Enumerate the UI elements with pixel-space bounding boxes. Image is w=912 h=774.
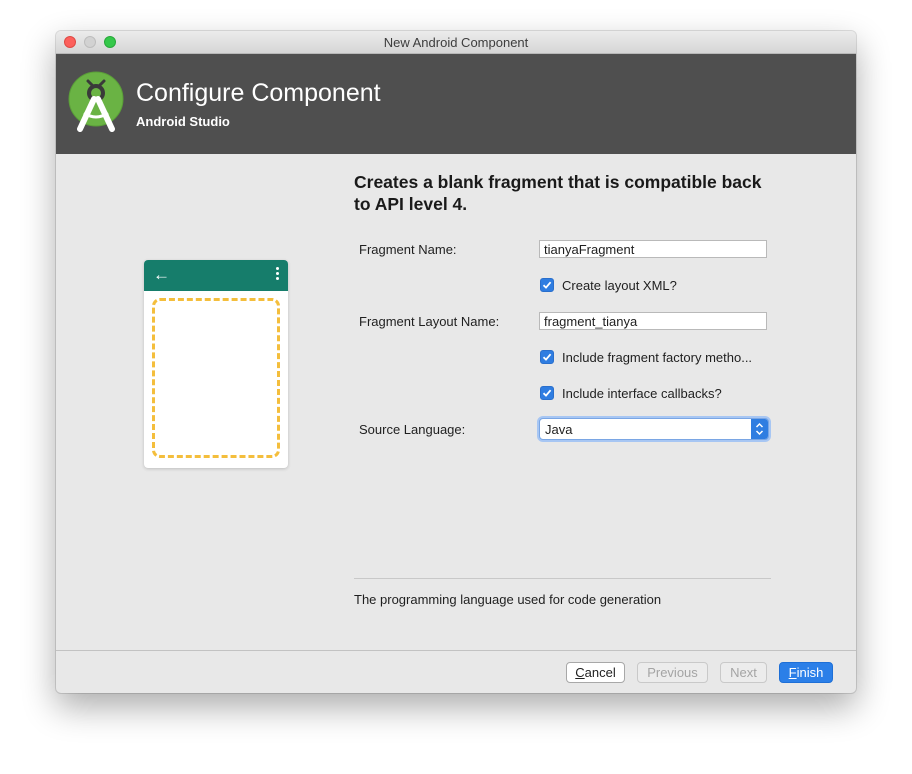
interface-callbacks-row[interactable]: Include interface callbacks? [540,385,722,401]
checkmark-icon [542,389,552,397]
footer-divider [56,650,856,651]
next-button[interactable]: Next [720,662,767,683]
preview-toolbar: ← [144,260,288,291]
interface-callbacks-label: Include interface callbacks? [562,385,722,401]
wizard-header: Configure Component Android Studio [56,54,856,154]
fragment-name-label: Fragment Name: [359,242,457,257]
factory-methods-checkbox[interactable] [540,350,554,364]
layout-name-label: Fragment Layout Name: [359,314,500,329]
fragment-placeholder [152,298,280,458]
fragment-preview: ← [144,260,288,468]
finish-mnemonic: F [788,665,797,680]
previous-button[interactable]: Previous [637,662,708,683]
header-subtitle: Android Studio [136,114,230,129]
checkmark-icon [542,353,552,361]
back-arrow-icon: ← [153,265,170,284]
dialog-window: New Android Component Configure Componen… [56,31,856,693]
window-title: New Android Component [383,35,529,50]
cancel-mnemonic: C [575,665,585,680]
create-layout-row[interactable]: Create layout XML? [540,277,677,293]
layout-name-input[interactable] [539,312,767,330]
fragment-name-input[interactable] [539,240,767,258]
template-description: Creates a blank fragment that is compati… [354,172,762,214]
create-layout-checkbox[interactable] [540,278,554,292]
help-divider [354,578,771,579]
chevron-up-down-icon [755,422,764,436]
overflow-menu-icon [276,267,280,282]
finish-button[interactable]: Finish [779,662,833,683]
finish-label: inish [796,665,824,680]
source-language-select[interactable]: Java [539,418,769,440]
cancel-button[interactable]: Cancel [566,662,625,683]
create-layout-label: Create layout XML? [562,277,677,293]
title-bar[interactable]: New Android Component [56,31,856,54]
factory-methods-row[interactable]: Include fragment factory metho... [540,349,752,365]
select-stepper-icon[interactable] [751,419,768,439]
android-studio-logo-icon [68,71,124,132]
source-language-label: Source Language: [359,422,466,437]
interface-callbacks-checkbox[interactable] [540,386,554,400]
checkmark-icon [542,281,552,289]
factory-methods-label: Include fragment factory metho... [562,349,753,365]
source-language-value: Java [545,422,573,437]
header-title: Configure Component [136,79,381,107]
help-text: The programming language used for code g… [354,592,662,607]
cancel-label: ancel [584,665,616,680]
